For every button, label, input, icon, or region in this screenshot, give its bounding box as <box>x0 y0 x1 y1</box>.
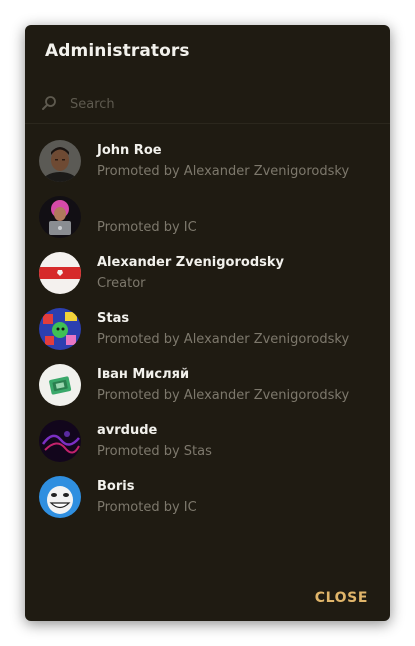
avatar <box>39 196 81 238</box>
admin-row[interactable]: Promoted by IC <box>25 189 390 245</box>
admin-status: Promoted by Alexander Zvenigorodsky <box>97 332 350 347</box>
admin-name: Stas <box>97 311 130 326</box>
admin-name: avrdude <box>97 423 158 438</box>
search-divider <box>25 123 390 124</box>
avatar <box>39 140 81 182</box>
avatar <box>39 364 81 406</box>
admin-status: Promoted by IC <box>97 220 197 235</box>
admin-status: Promoted by IC <box>97 500 197 515</box>
avatar <box>39 476 81 518</box>
search-icon <box>41 95 57 111</box>
dialog-title: Administrators <box>45 41 190 61</box>
admin-row[interactable]: Stas Promoted by Alexander Zvenigorodsky <box>25 301 390 357</box>
avatar <box>39 308 81 350</box>
search-bar <box>25 87 390 123</box>
admin-status: Promoted by Stas <box>97 444 212 459</box>
admin-row[interactable]: Boris Promoted by IC <box>25 469 390 525</box>
admin-row[interactable]: avrdude Promoted by Stas <box>25 413 390 469</box>
admin-name: Іван Мисляй <box>97 367 190 382</box>
admin-status: Creator <box>97 276 146 291</box>
administrators-dialog: Administrators John Roe <box>25 25 390 621</box>
admin-status: Promoted by Alexander Zvenigorodsky <box>97 164 350 179</box>
admin-name: John Roe <box>97 143 162 158</box>
search-input[interactable] <box>70 93 370 115</box>
admin-row[interactable]: John Roe Promoted by Alexander Zvenigoro… <box>25 133 390 189</box>
admin-row[interactable]: Іван Мисляй Promoted by Alexander Zvenig… <box>25 357 390 413</box>
admin-list: John Roe Promoted by Alexander Zvenigoro… <box>25 133 390 525</box>
admin-name: Boris <box>97 479 135 494</box>
admin-name: Alexander Zvenigorodsky <box>97 255 284 270</box>
close-button[interactable]: CLOSE <box>315 590 368 606</box>
admin-status: Promoted by Alexander Zvenigorodsky <box>97 388 350 403</box>
avatar <box>39 420 81 462</box>
admin-row[interactable]: Alexander Zvenigorodsky Creator <box>25 245 390 301</box>
avatar <box>39 252 81 294</box>
